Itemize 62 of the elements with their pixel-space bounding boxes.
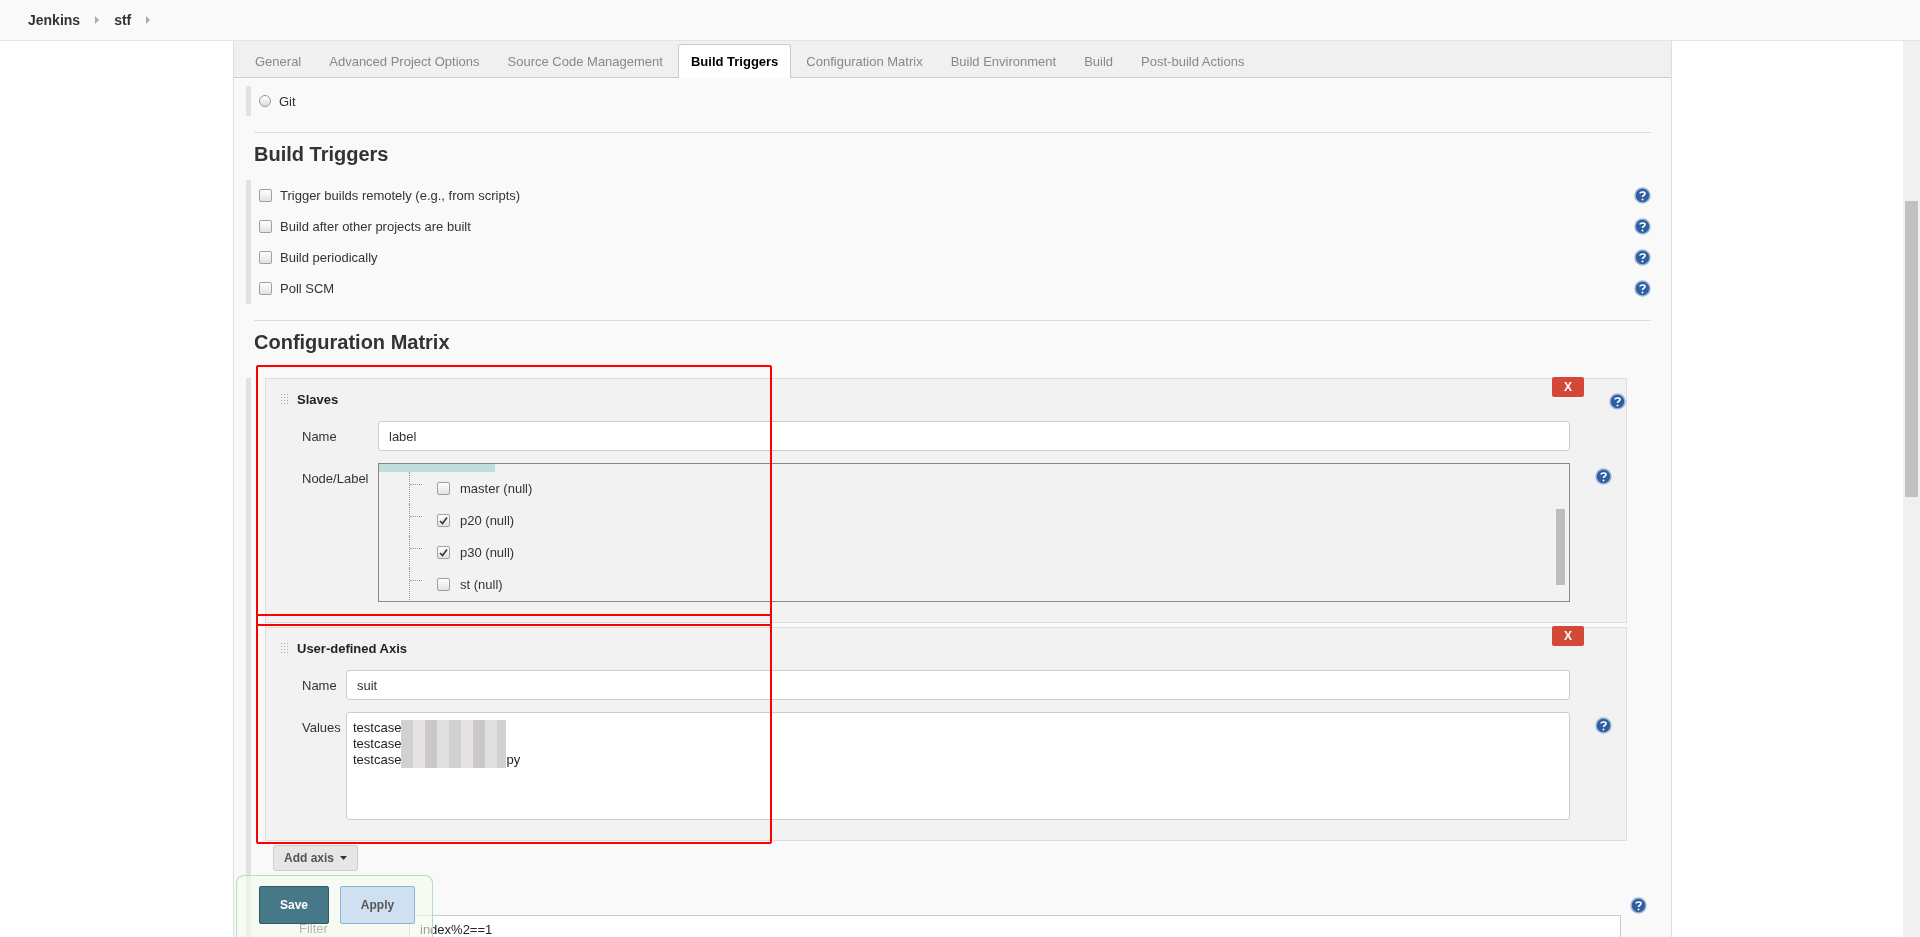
- option-label: Build periodically: [280, 250, 378, 265]
- tab[interactable]: Post-build Actions: [1128, 44, 1258, 77]
- node-label: p30 (null): [460, 544, 515, 560]
- radio-button[interactable]: [259, 95, 271, 107]
- axis-title: Slaves: [297, 391, 339, 407]
- node-label: master (null): [460, 480, 533, 496]
- delete-button[interactable]: X: [1552, 377, 1584, 397]
- tab[interactable]: Build: [1071, 44, 1127, 77]
- checkbox[interactable]: [437, 481, 450, 495]
- checkbox[interactable]: [437, 545, 450, 559]
- checkbox[interactable]: [259, 282, 272, 295]
- breadcrumb-link[interactable]: Jenkins: [28, 12, 81, 28]
- field-label: Name: [301, 428, 338, 444]
- scrollbar[interactable]: [1903, 41, 1920, 937]
- tab[interactable]: Advanced Project Options: [316, 44, 493, 77]
- checkbox[interactable]: [259, 251, 272, 264]
- field-label: Values: [301, 719, 342, 735]
- checkbox[interactable]: [437, 577, 450, 591]
- checkbox[interactable]: [259, 189, 272, 202]
- field-label: Name: [301, 677, 338, 693]
- value-text: testcase: [353, 736, 402, 752]
- axis-title: User-defined Axis: [297, 640, 408, 656]
- option-label: Git: [279, 93, 296, 109]
- section-heading: Build Triggers: [254, 143, 390, 166]
- help-icon[interactable]: [1609, 393, 1626, 410]
- caret-icon: [340, 856, 347, 860]
- tab[interactable]: Source Code Management: [494, 44, 676, 77]
- help-icon[interactable]: [1595, 468, 1612, 485]
- value-text: testcase: [353, 720, 402, 736]
- add-axis-button[interactable]: Add axis: [273, 845, 358, 871]
- caret-icon[interactable]: [94, 16, 101, 24]
- help-icon[interactable]: [1630, 897, 1647, 914]
- node-label: p20 (null): [460, 512, 515, 528]
- delete-button[interactable]: X: [1552, 626, 1584, 646]
- tab[interactable]: General: [242, 44, 315, 77]
- value-text: testcase: [353, 752, 402, 768]
- node-label: st (null): [460, 576, 503, 592]
- values-field[interactable]: testcase testcase testcase py: [346, 712, 1570, 820]
- help-icon[interactable]: [1634, 280, 1651, 297]
- checkbox[interactable]: [437, 513, 450, 527]
- checkbox[interactable]: [259, 220, 272, 233]
- value-text: py: [506, 752, 521, 768]
- caret-icon[interactable]: [145, 16, 152, 24]
- help-icon[interactable]: [1634, 218, 1651, 235]
- tab[interactable]: Build Triggers: [677, 44, 792, 78]
- tab[interactable]: Configuration Matrix: [793, 44, 936, 77]
- section-heading: Configuration Matrix: [254, 331, 451, 354]
- tab[interactable]: Build Environment: [937, 44, 1070, 77]
- option-label: Trigger builds remotely (e.g., from scripts): [280, 188, 521, 203]
- apply-button[interactable]: Apply: [340, 886, 415, 924]
- field-label: Node/Label: [301, 470, 370, 486]
- save-button[interactable]: Save: [259, 886, 329, 924]
- name-field[interactable]: suit: [346, 670, 1570, 700]
- name-field[interactable]: label: [378, 421, 1570, 451]
- option-label: Poll SCM: [280, 281, 335, 296]
- help-icon[interactable]: [1595, 717, 1612, 734]
- help-icon[interactable]: [1634, 249, 1651, 266]
- option-label: Build after other projects are built: [280, 219, 471, 234]
- breadcrumb-link[interactable]: stf: [114, 12, 132, 28]
- node-list[interactable]: master (null) p20 (null) p30 (null) st (null): [378, 463, 1570, 602]
- help-icon[interactable]: [1634, 187, 1651, 204]
- filter-field[interactable]: index%2==1: [409, 915, 1621, 937]
